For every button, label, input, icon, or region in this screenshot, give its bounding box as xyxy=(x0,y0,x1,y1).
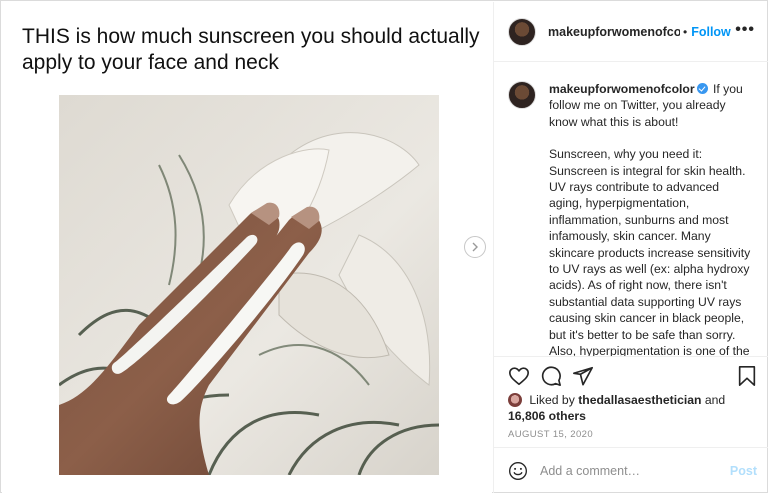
next-image-button[interactable] xyxy=(464,236,486,258)
chevron-right-icon xyxy=(472,242,478,252)
smiley-icon xyxy=(509,462,527,480)
post-date[interactable]: AUGUST 15, 2020 xyxy=(508,429,593,440)
likes-summary: Liked by thedallasaesthetician and 16,80… xyxy=(508,392,758,424)
media-title: THIS is how much sunscreen you should ac… xyxy=(22,25,480,74)
media-pane: THIS is how much sunscreen you should ac… xyxy=(2,2,492,493)
caption-avatar[interactable] xyxy=(508,81,536,109)
comment-bar: Post xyxy=(494,447,768,493)
share-button[interactable] xyxy=(572,365,594,392)
verified-icon xyxy=(696,83,708,94)
share-icon xyxy=(573,366,593,386)
heart-icon xyxy=(509,367,529,386)
caption-body: Sunscreen, why you need it: Sunscreen is… xyxy=(549,147,751,357)
side-panel: makeupforwomenofcolc • Follow ••• makeup… xyxy=(493,2,768,493)
liker-avatar[interactable] xyxy=(508,393,522,407)
header-separator: • xyxy=(683,24,688,39)
comment-input[interactable] xyxy=(540,462,720,480)
like-button[interactable] xyxy=(508,365,530,392)
caption-text: makeupforwomenofcolor If you follow me o… xyxy=(549,81,754,357)
caption-area[interactable]: makeupforwomenofcolor If you follow me o… xyxy=(494,63,768,357)
save-button[interactable] xyxy=(737,365,757,392)
comment-button[interactable] xyxy=(540,365,562,392)
post-frame: THIS is how much sunscreen you should ac… xyxy=(0,0,768,493)
post-photo[interactable] xyxy=(59,95,439,475)
liker-username[interactable]: thedallasaesthetician xyxy=(578,393,701,407)
avatar[interactable] xyxy=(508,17,536,46)
bookmark-icon xyxy=(738,366,756,386)
action-bar xyxy=(494,362,768,392)
caption-username[interactable]: makeupforwomenofcolor xyxy=(549,82,695,96)
header-username[interactable]: makeupforwomenofcolc xyxy=(548,25,680,39)
post-comment-button[interactable]: Post xyxy=(730,464,757,478)
emoji-button[interactable] xyxy=(508,461,528,486)
follow-button[interactable]: Follow xyxy=(691,25,731,39)
likes-prefix: Liked by xyxy=(529,393,575,407)
post-header: makeupforwomenofcolc • Follow ••• xyxy=(494,2,768,62)
comment-icon xyxy=(541,366,561,386)
likes-joiner: and xyxy=(704,393,726,407)
sunscreen-hand-image xyxy=(59,95,439,475)
likes-count[interactable]: 16,806 others xyxy=(508,409,586,423)
more-options-button[interactable]: ••• xyxy=(735,22,755,38)
